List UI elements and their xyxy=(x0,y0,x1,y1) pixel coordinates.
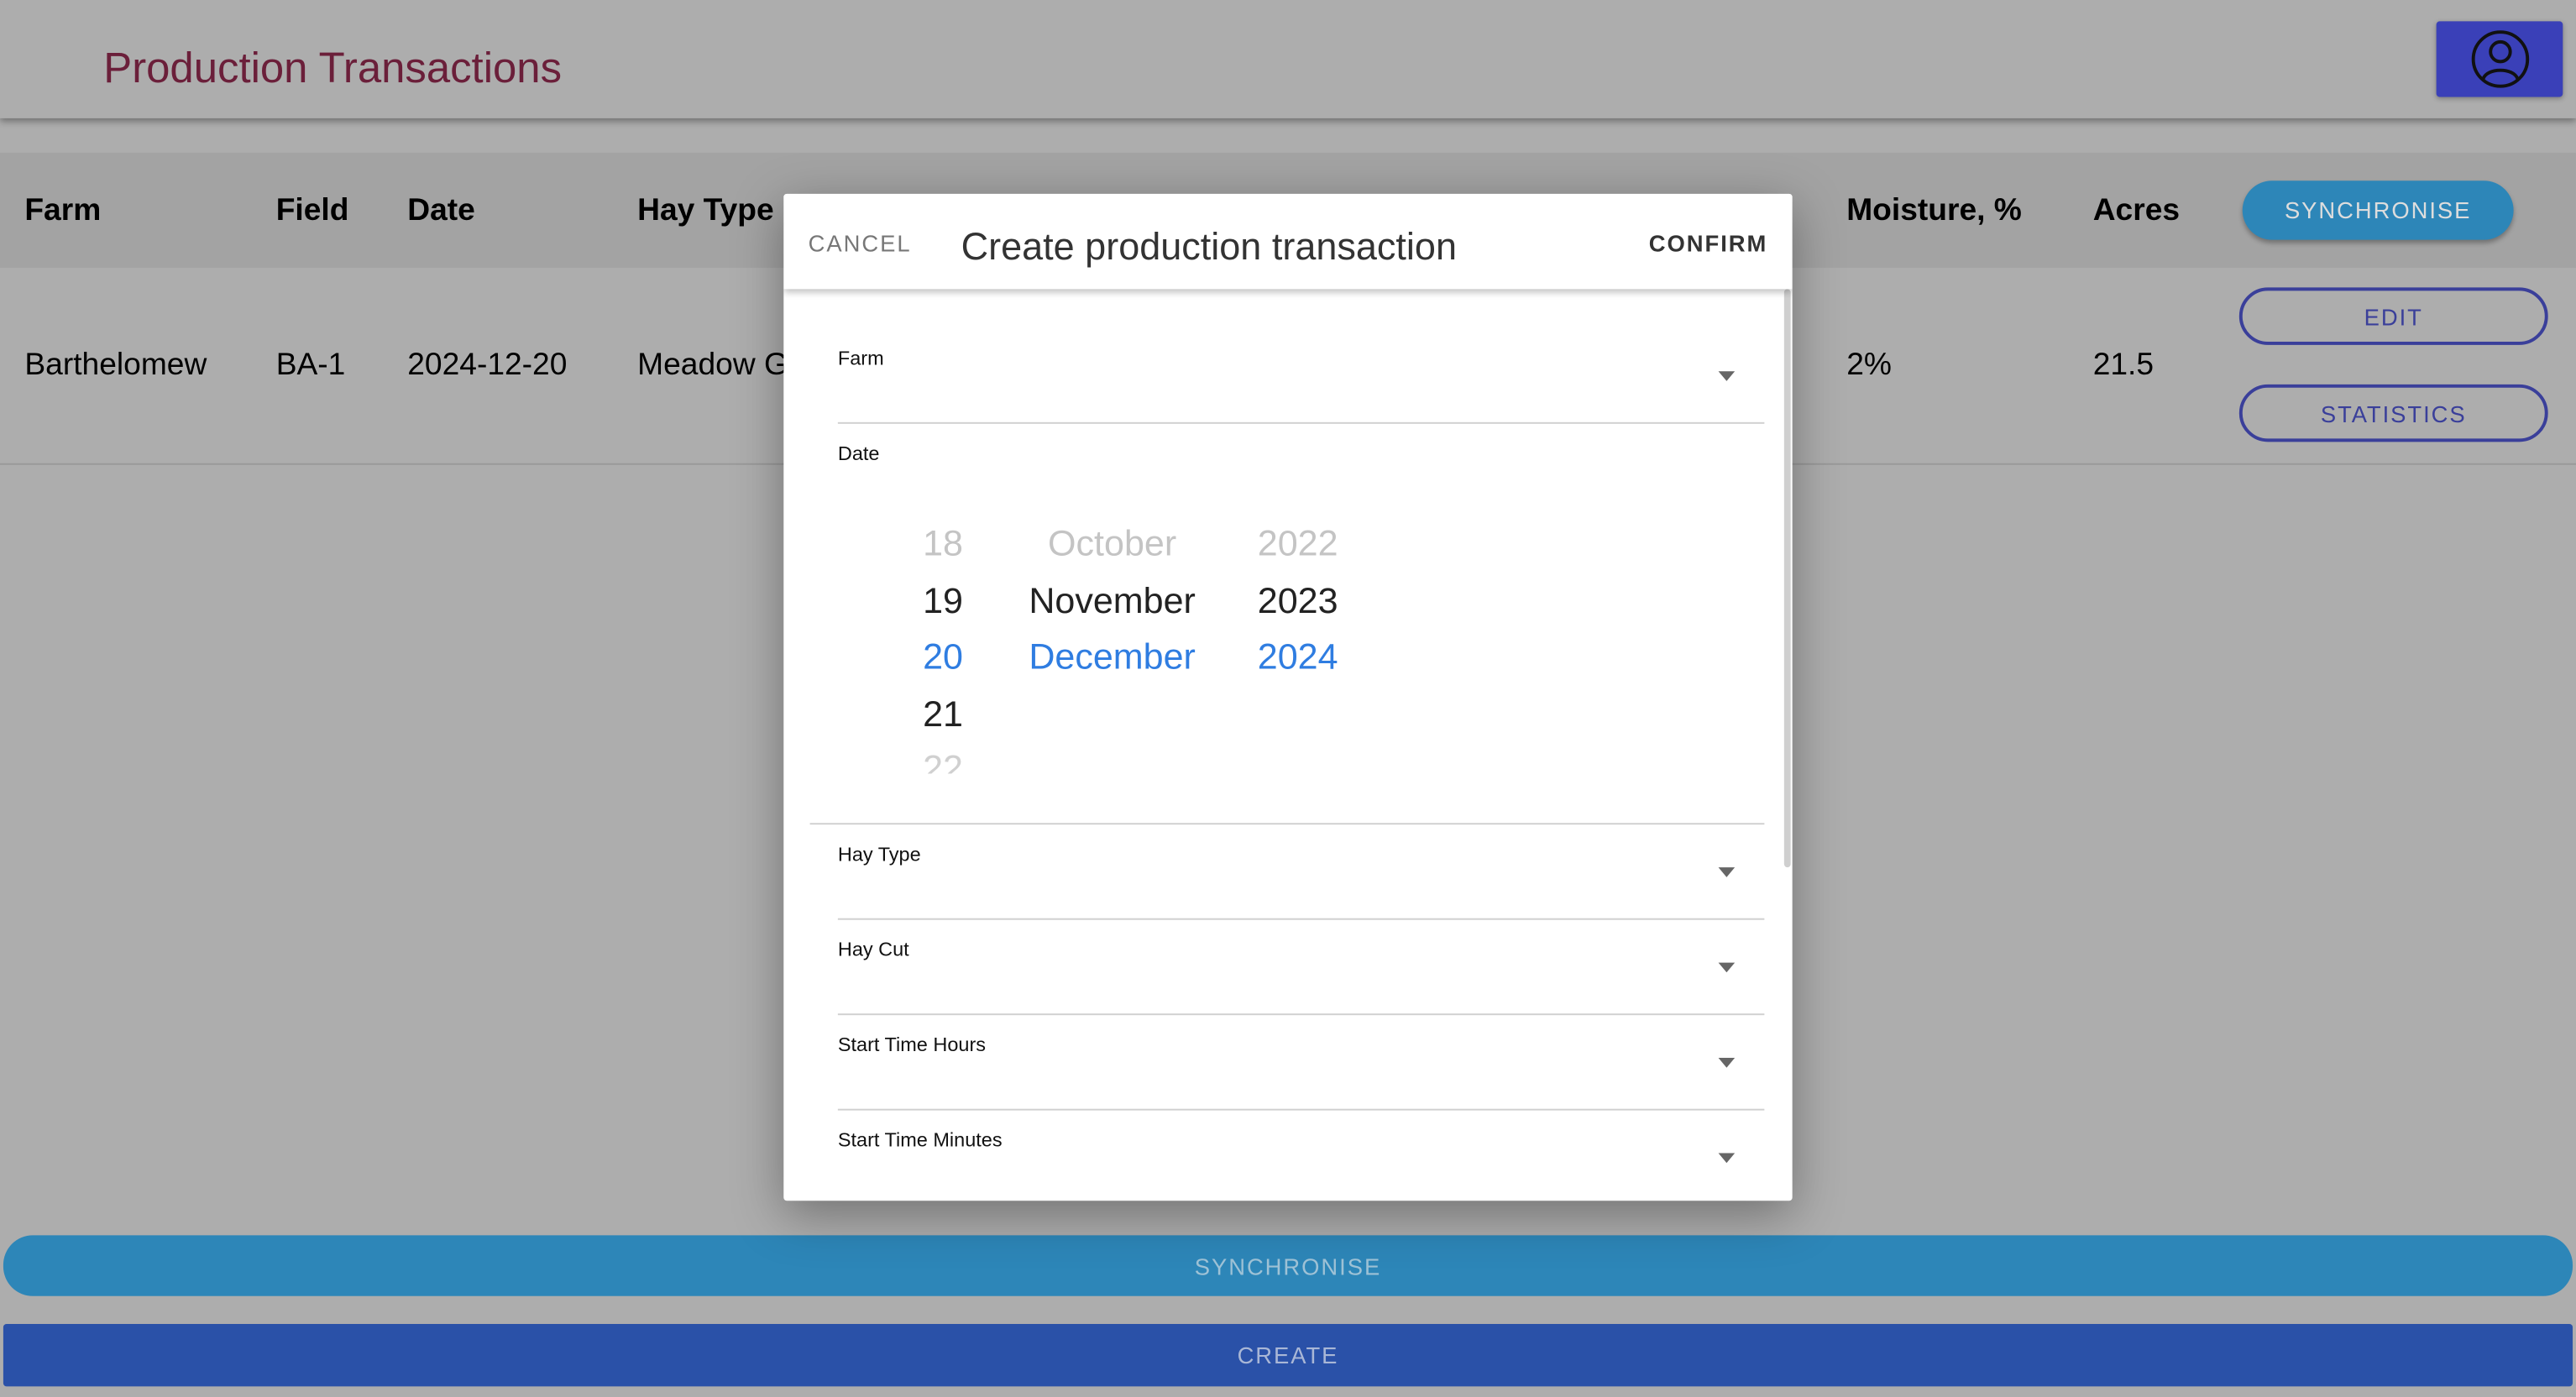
page-title: Production Transactions xyxy=(103,42,563,92)
column-header-hay-type: Hay Type xyxy=(637,193,774,228)
farm-label: Farm xyxy=(837,346,884,370)
column-header-moisture: Moisture, % xyxy=(1846,193,2022,228)
table-synchronise-button[interactable]: SYNCHRONISE xyxy=(2242,181,2514,240)
synchronise-button[interactable]: SYNCHRONISE xyxy=(3,1235,2573,1296)
field-underline xyxy=(837,1013,1765,1016)
create-button[interactable]: CREATE xyxy=(3,1324,2573,1387)
edit-button[interactable]: EDIT xyxy=(2238,287,2548,345)
dropdown-caret-icon xyxy=(1718,962,1736,973)
cell-date: 2024-12-20 xyxy=(407,348,568,383)
hay-cut-label: Hay Cut xyxy=(837,938,909,961)
cell-farm: Barthelomew xyxy=(24,348,207,383)
cell-field: BA-1 xyxy=(275,348,346,383)
picker-month[interactable]: November xyxy=(1013,580,1211,623)
picker-day[interactable]: 22 xyxy=(903,747,982,773)
column-header-acres: Acres xyxy=(2092,193,2181,228)
dropdown-caret-icon xyxy=(1718,867,1736,877)
field-underline xyxy=(837,918,1765,920)
start-time-hours-label: Start Time Hours xyxy=(837,1033,987,1057)
hay-type-label: Hay Type xyxy=(837,842,921,866)
cell-moisture: 2% xyxy=(1846,348,1892,383)
app-header: Production Transactions xyxy=(0,0,2576,118)
dropdown-caret-icon xyxy=(1718,371,1736,381)
dialog-header: CANCEL Create production transaction CON… xyxy=(783,193,1793,290)
confirm-button[interactable]: CONFIRM xyxy=(1649,230,1768,256)
picker-month[interactable]: October xyxy=(1013,522,1211,565)
statistics-button[interactable]: STATISTICS xyxy=(2238,384,2548,442)
dropdown-caret-icon xyxy=(1718,1153,1736,1164)
column-header-date: Date xyxy=(407,193,475,228)
picker-year[interactable]: 2022 xyxy=(1240,522,1355,565)
field-underline xyxy=(837,421,1765,424)
column-header-field: Field xyxy=(275,193,349,228)
cell-hay-type: Meadow G xyxy=(637,348,788,383)
picker-month-selected[interactable]: December xyxy=(1013,636,1211,678)
field-underline xyxy=(837,1108,1765,1111)
user-circle-icon xyxy=(2470,30,2529,88)
create-transaction-dialog: CANCEL Create production transaction CON… xyxy=(783,193,1793,1201)
dropdown-caret-icon xyxy=(1718,1058,1736,1068)
date-label: Date xyxy=(837,442,880,465)
picker-year-selected[interactable]: 2024 xyxy=(1240,636,1355,678)
picker-day[interactable]: 18 xyxy=(903,522,982,565)
cell-acres: 21.5 xyxy=(2092,348,2155,383)
picker-day-selected[interactable]: 20 xyxy=(903,636,982,678)
cancel-button[interactable]: CANCEL xyxy=(809,230,912,256)
start-time-minutes-label: Start Time Minutes xyxy=(837,1128,1003,1152)
dialog-title: Create production transaction xyxy=(961,225,1457,268)
field-underline xyxy=(809,823,1765,825)
picker-year[interactable]: 2023 xyxy=(1240,580,1355,623)
column-header-farm: Farm xyxy=(24,193,102,228)
dialog-scrollbar[interactable] xyxy=(1783,289,1791,868)
picker-day[interactable]: 19 xyxy=(903,580,982,623)
picker-day[interactable]: 21 xyxy=(903,693,982,736)
user-account-button[interactable] xyxy=(2436,21,2563,97)
